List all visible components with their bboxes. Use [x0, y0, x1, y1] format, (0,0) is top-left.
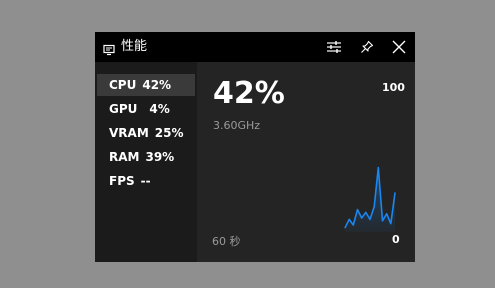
metric-fps[interactable]: FPS --	[97, 170, 195, 192]
performance-widget: 性能 CPU 42% GPU 4% VRAM 25% RAM 39% FPS -…	[95, 32, 415, 262]
usage-point	[390, 223, 392, 225]
usage-point	[373, 206, 375, 208]
title-bar[interactable]: 性能	[95, 32, 415, 62]
window-title: 性能	[121, 39, 148, 54]
close-icon	[392, 40, 406, 54]
usage-point	[381, 220, 384, 222]
metric-label: CPU	[109, 78, 137, 92]
close-button[interactable]	[388, 37, 410, 57]
usage-point	[356, 209, 359, 211]
pin-icon	[360, 40, 374, 54]
metric-label: RAM	[109, 150, 140, 164]
metric-value: 42%	[142, 78, 172, 92]
metric-list: CPU 42% GPU 4% VRAM 25% RAM 39% FPS --	[95, 62, 197, 262]
metric-cpu[interactable]: CPU 42%	[97, 74, 195, 96]
metric-ram[interactable]: RAM 39%	[97, 146, 195, 168]
pin-button[interactable]	[356, 37, 378, 57]
usage-point	[344, 227, 346, 229]
options-button[interactable]	[323, 37, 345, 57]
metric-gpu[interactable]: GPU 4%	[97, 98, 195, 120]
metric-value: --	[140, 174, 151, 188]
time-window-label: 60 秒	[212, 235, 241, 248]
usage-point	[348, 218, 350, 220]
metric-value: 4%	[149, 102, 170, 116]
usage-point	[361, 217, 363, 219]
usage-point	[386, 213, 388, 215]
metric-label: FPS	[109, 174, 135, 188]
usage-point	[377, 167, 379, 169]
metric-label: VRAM	[109, 126, 149, 140]
monitor-icon	[103, 41, 115, 56]
usage-point	[352, 224, 354, 226]
usage-point	[369, 218, 371, 220]
metric-value: 25%	[154, 126, 184, 140]
options-icon	[326, 40, 342, 54]
metric-value: 39%	[145, 150, 175, 164]
usage-area	[345, 167, 395, 232]
y-axis-min-label: 0	[392, 233, 400, 246]
metric-vram[interactable]: VRAM 25%	[97, 122, 195, 144]
usage-point	[365, 211, 367, 213]
usage-point	[394, 192, 396, 194]
metric-label: GPU	[109, 102, 138, 116]
cpu-usage-chart	[344, 166, 396, 232]
